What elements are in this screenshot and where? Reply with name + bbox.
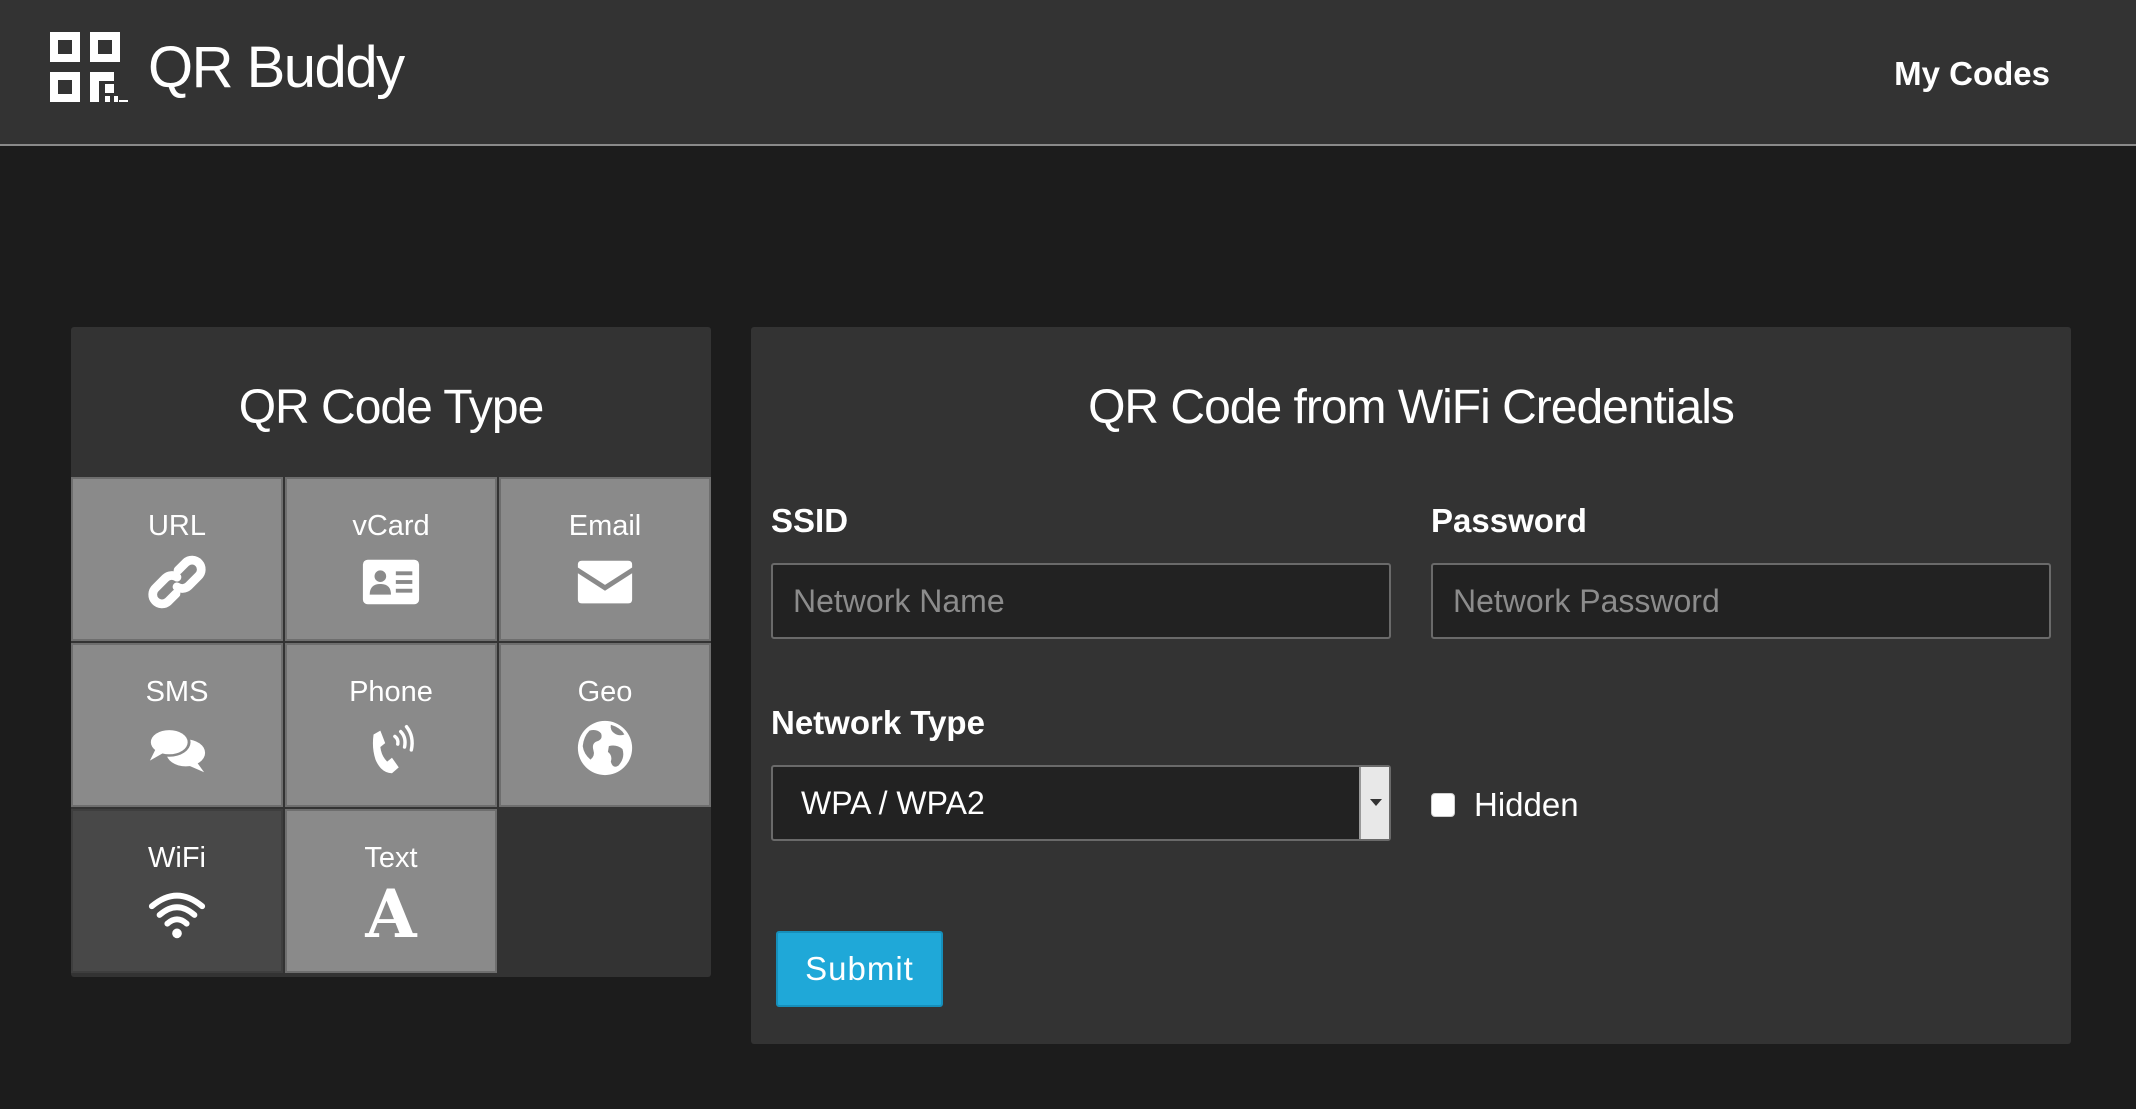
chat-bubbles-icon [146,717,208,779]
type-tile-email[interactable]: Email [499,477,711,641]
globe-icon [574,717,636,779]
password-label: Password [1431,502,1587,539]
hidden-label: Hidden [1474,786,1579,823]
wifi-form-panel: QR Code from WiFi Credentials SSID Passw… [751,327,2071,1044]
envelope-icon [574,551,636,613]
qr-code-icon [50,32,128,104]
type-tile-phone[interactable]: Phone [285,643,497,807]
chevron-down-icon[interactable] [1359,767,1389,839]
type-tile-text[interactable]: Text A [285,809,497,973]
network-type-value: WPA / WPA2 [801,785,985,821]
hidden-toggle[interactable]: Hidden [1431,785,1579,825]
brand-name: QR Buddy [148,35,405,100]
tile-label: Email [568,510,642,542]
id-card-icon [360,551,422,613]
link-icon [146,551,208,613]
password-input[interactable] [1431,563,2051,639]
phone-icon [360,717,422,779]
form-title: QR Code from WiFi Credentials [1088,381,1735,434]
tile-label: WiFi [148,842,206,874]
type-tile-geo[interactable]: Geo [499,643,711,807]
wifi-icon [146,883,208,945]
qr-type-panel: QR Code Type URL vCard Email SMS Phone G… [71,327,711,977]
type-tile-sms[interactable]: SMS [71,643,283,807]
type-tile-wifi[interactable]: WiFi [71,809,283,973]
network-type-label: Network Type [771,704,985,741]
network-type-select[interactable]: WPA / WPA2 [771,765,1391,841]
qr-type-title: QR Code Type [238,381,545,434]
top-navbar: QR Buddy My Codes [0,0,2136,146]
qr-type-grid: URL vCard Email SMS Phone Geo WiFi Text … [71,477,711,977]
submit-button[interactable]: Submit [776,931,943,1007]
tile-label: URL [147,510,206,542]
type-tile-url[interactable]: URL [71,477,283,641]
brand-link[interactable]: QR Buddy [50,32,405,104]
ssid-label: SSID [771,502,849,539]
text-icon: A [365,875,417,953]
ssid-input[interactable] [771,563,1391,639]
my-codes-link[interactable]: My Codes [1894,52,2050,96]
hidden-checkbox[interactable] [1431,793,1455,817]
tile-label: Text [364,842,418,874]
type-tile-vcard[interactable]: vCard [285,477,497,641]
tile-label: Phone [349,676,433,708]
tile-label: SMS [145,676,209,708]
tile-label: Geo [577,676,633,708]
tile-label: vCard [352,510,430,542]
